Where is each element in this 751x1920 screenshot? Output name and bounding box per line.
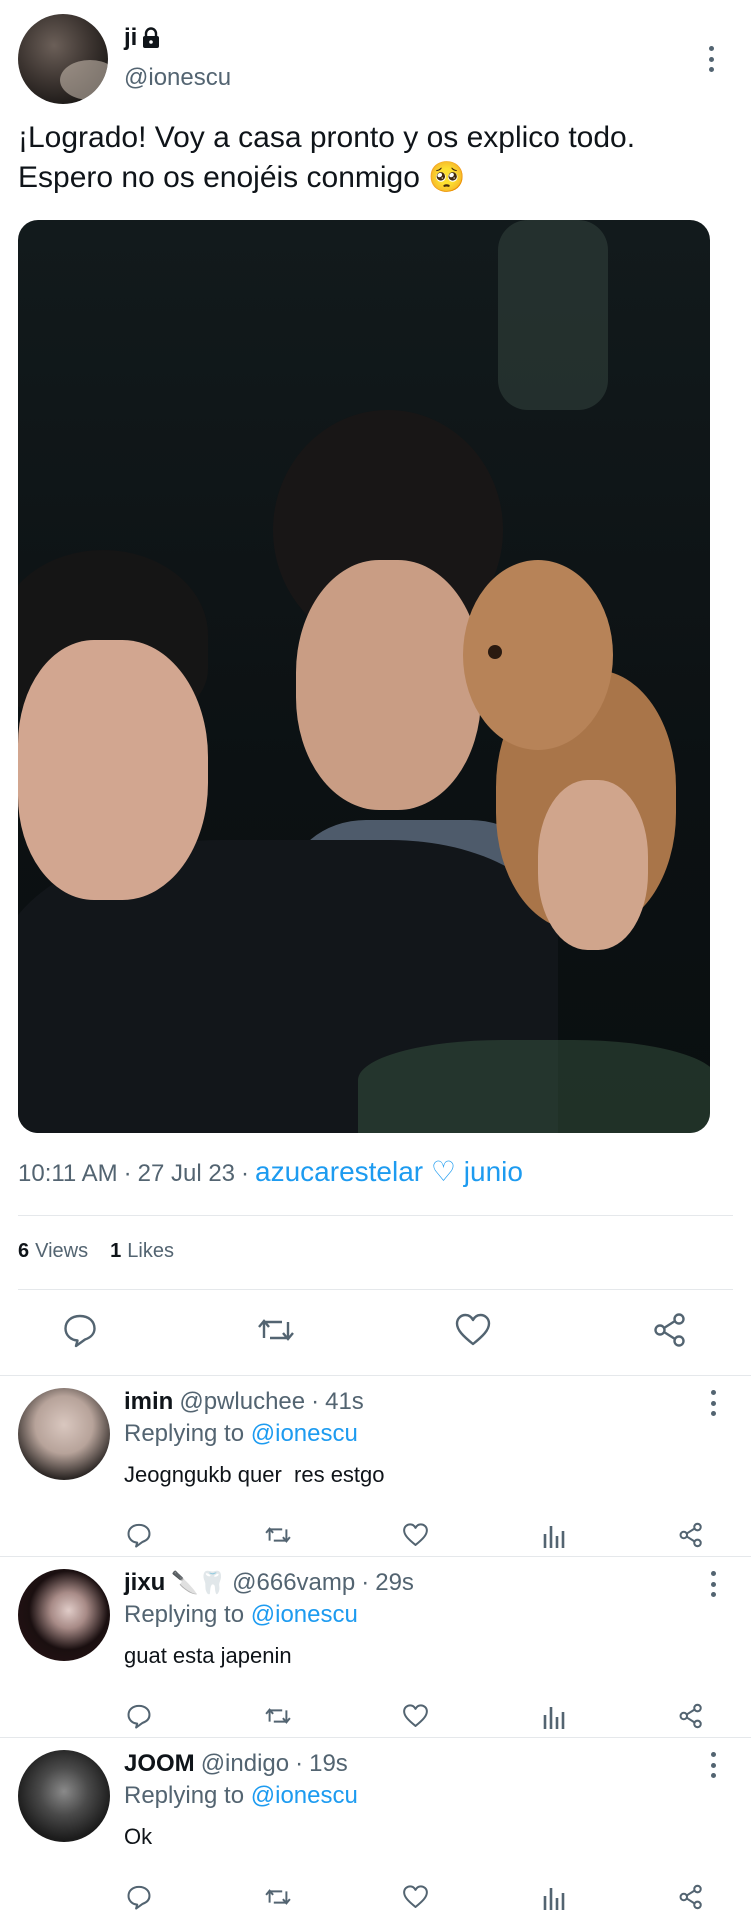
replying-to: Replying to @ionescu [124, 1601, 358, 1629]
tweet-date: 27 Jul 23 [137, 1160, 236, 1187]
tweet-stats: 6 Views 1 Likes [18, 1240, 174, 1263]
reply-author-name[interactable]: jixu [124, 1569, 165, 1597]
replying-label: Replying to [124, 1782, 245, 1809]
reply-author-handle[interactable]: @pwluchee [179, 1388, 305, 1416]
retweet-icon[interactable] [256, 1312, 296, 1348]
analytics-icon[interactable] [542, 1703, 566, 1729]
meta-separator: · [123, 1160, 132, 1187]
reply-header: JOOM @indigo · 19s [124, 1750, 348, 1778]
likes-label: Likes [127, 1240, 174, 1262]
meta-separator: · [295, 1750, 304, 1777]
analytics-icon[interactable] [542, 1884, 566, 1910]
divider [18, 1289, 733, 1290]
meta-separator: · [311, 1388, 320, 1415]
more-options-icon[interactable] [709, 1390, 717, 1416]
reply-header: jixu 🔪🦷 @666vamp · 29s [124, 1569, 414, 1597]
reply-text: Jeogngukb quer res estgo [124, 1462, 385, 1487]
lock-icon [141, 27, 161, 49]
tweet-text: ¡Logrado! Voy a casa pronto y os explico… [18, 118, 733, 198]
like-icon[interactable] [454, 1312, 492, 1348]
likes-count: 1 [110, 1240, 122, 1262]
like-icon[interactable] [402, 1522, 429, 1548]
tweet-action-bar [0, 1308, 751, 1352]
reply-avatar[interactable] [18, 1750, 110, 1842]
tweet-header: ji @ionescu [18, 14, 733, 106]
reply-text: Ok [124, 1824, 153, 1849]
replying-label: Replying to [124, 1420, 245, 1447]
views-stat[interactable]: 6 Views [18, 1240, 88, 1263]
reply-author-name[interactable]: imin [124, 1388, 173, 1416]
reply-time: 19s [309, 1750, 348, 1777]
author-handle[interactable]: @ionescu [124, 64, 231, 92]
reply-author-name[interactable]: JOOM [124, 1750, 195, 1778]
views-label: Views [35, 1240, 89, 1262]
reply-action-bar [0, 1878, 751, 1914]
reply-action-bar [0, 1697, 751, 1733]
more-options-icon[interactable] [707, 46, 715, 72]
reply-item[interactable]: JOOM @indigo · 19s Replying to @ionescu … [0, 1738, 751, 1920]
author-name-row[interactable]: ji [124, 24, 161, 52]
reply-author-handle[interactable]: @indigo [201, 1750, 289, 1778]
reply-icon[interactable] [126, 1884, 152, 1910]
like-icon[interactable] [402, 1703, 429, 1729]
more-options-icon[interactable] [709, 1752, 717, 1778]
share-icon[interactable] [678, 1703, 704, 1729]
replying-to: Replying to @ionescu [124, 1420, 358, 1448]
tweet-time: 10:11 AM [18, 1160, 118, 1187]
tweet-text-line: Espero no os enojéis conmigo 🥺 [18, 161, 466, 194]
name-emoji: 🔪🦷 [171, 1570, 227, 1595]
author-avatar[interactable] [18, 14, 108, 104]
reply-item[interactable]: jixu 🔪🦷 @666vamp · 29s Replying to @ione… [0, 1557, 751, 1739]
tweet-photo[interactable] [18, 220, 710, 1133]
reply-avatar[interactable] [18, 1388, 110, 1480]
reply-header: imin @pwluchee · 41s [124, 1388, 364, 1416]
reply-item[interactable]: imin @pwluchee · 41s Replying to @ionesc… [0, 1376, 751, 1558]
reply-icon[interactable] [126, 1703, 152, 1729]
share-icon[interactable] [652, 1312, 688, 1348]
reply-text: guat esta japenin [124, 1643, 292, 1668]
retweet-icon[interactable] [264, 1884, 292, 1910]
views-count: 6 [18, 1240, 30, 1262]
reply-time: 41s [325, 1388, 364, 1415]
like-icon[interactable] [402, 1884, 429, 1910]
retweet-icon[interactable] [264, 1703, 292, 1729]
replying-to: Replying to @ionescu [124, 1782, 358, 1810]
tweet-source-link[interactable]: azucarestelar ♡ junio [255, 1155, 523, 1188]
meta-separator: · [361, 1569, 370, 1596]
author-name[interactable]: ji [124, 24, 137, 52]
tweet-meta: 10:11 AM · 27 Jul 23 · azucarestelar ♡ j… [18, 1155, 523, 1188]
divider [18, 1215, 733, 1216]
replying-label: Replying to [124, 1601, 245, 1628]
reply-icon[interactable] [62, 1312, 98, 1348]
share-icon[interactable] [678, 1884, 704, 1910]
mention-link[interactable]: @ionescu [251, 1601, 358, 1628]
reply-icon[interactable] [126, 1522, 152, 1548]
more-options-icon[interactable] [709, 1571, 717, 1597]
analytics-icon[interactable] [542, 1522, 566, 1548]
mention-link[interactable]: @ionescu [251, 1420, 358, 1447]
reply-time: 29s [375, 1569, 414, 1596]
reply-author-handle[interactable]: @666vamp [232, 1569, 355, 1597]
mention-link[interactable]: @ionescu [251, 1782, 358, 1809]
likes-stat[interactable]: 1 Likes [110, 1240, 174, 1263]
retweet-icon[interactable] [264, 1522, 292, 1548]
tweet-text-line: ¡Logrado! Voy a casa pronto y os explico… [18, 121, 636, 154]
meta-separator: · [241, 1160, 250, 1187]
share-icon[interactable] [678, 1522, 704, 1548]
reply-action-bar [0, 1516, 751, 1552]
reply-avatar[interactable] [18, 1569, 110, 1661]
